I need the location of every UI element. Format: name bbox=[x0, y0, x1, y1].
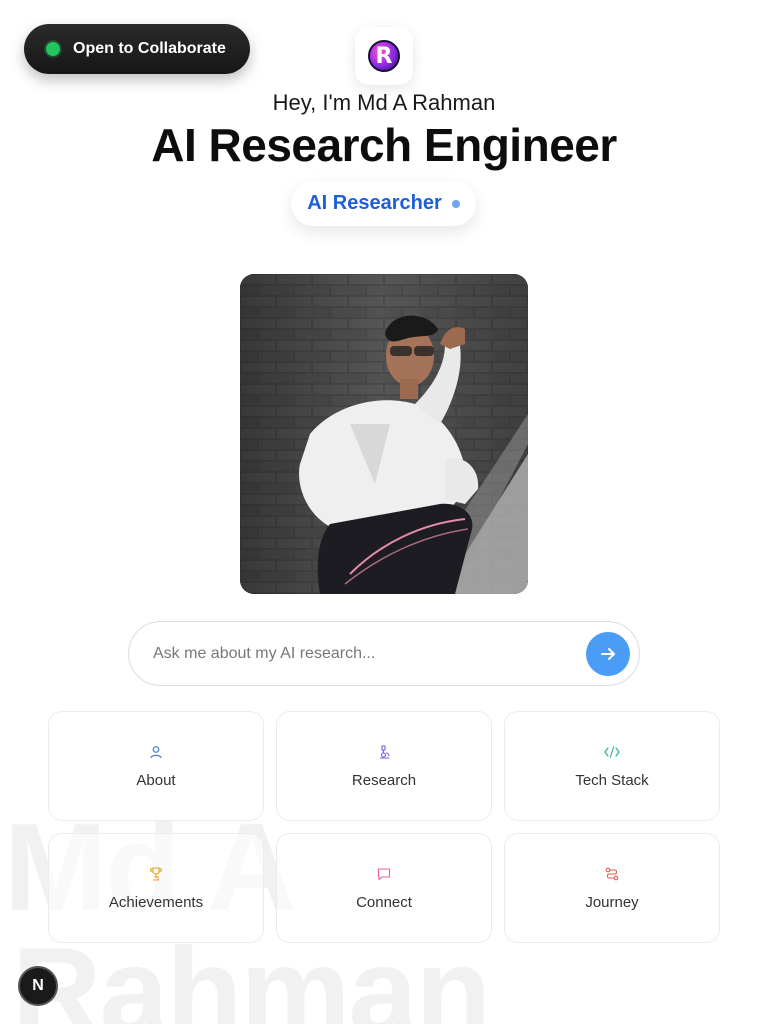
role-label: AI Researcher bbox=[307, 192, 442, 214]
card-label: Connect bbox=[356, 893, 412, 911]
page-title: AI Research Engineer bbox=[151, 119, 617, 171]
card-label: About bbox=[136, 771, 176, 789]
card-connect[interactable]: Connect bbox=[276, 833, 492, 943]
card-journey[interactable]: Journey bbox=[504, 833, 720, 943]
send-button[interactable] bbox=[586, 631, 630, 676]
card-about[interactable]: About bbox=[48, 711, 264, 821]
card-label: Journey bbox=[585, 893, 639, 911]
ask-bar bbox=[128, 621, 640, 686]
n-badge-button[interactable]: N bbox=[18, 966, 58, 1006]
site-logo[interactable]: R bbox=[355, 27, 413, 85]
role-badge: AI Researcher bbox=[291, 181, 476, 226]
user-icon bbox=[148, 744, 164, 760]
microscope-icon bbox=[376, 744, 392, 760]
card-label: Tech Stack bbox=[575, 771, 649, 789]
route-icon bbox=[604, 866, 620, 882]
card-achievements[interactable]: Achievements bbox=[48, 833, 264, 943]
card-label: Research bbox=[351, 771, 417, 789]
logo-icon: R bbox=[368, 40, 400, 72]
ask-input[interactable] bbox=[153, 644, 586, 663]
status-dot-icon bbox=[46, 42, 60, 56]
nav-cards: About Research Tech Stack Achievements C… bbox=[48, 711, 720, 943]
greeting: Hey, I'm Md A Rahman bbox=[272, 90, 496, 115]
card-tech-stack[interactable]: Tech Stack bbox=[504, 711, 720, 821]
card-research[interactable]: Research bbox=[276, 711, 492, 821]
code-icon bbox=[604, 744, 620, 760]
collaborate-label: Open to Collaborate bbox=[73, 40, 226, 57]
message-icon bbox=[376, 866, 392, 882]
logo-letter: R bbox=[375, 43, 393, 69]
trophy-icon bbox=[148, 866, 164, 882]
card-label: Achievements bbox=[108, 893, 204, 911]
role-dot-icon bbox=[451, 199, 460, 208]
profile-photo bbox=[240, 274, 528, 594]
watermark-line-2: Rahman bbox=[12, 923, 491, 1024]
profile-photo-illustration bbox=[240, 274, 528, 594]
n-badge-letter: N bbox=[32, 977, 44, 994]
open-to-collaborate-pill[interactable]: Open to Collaborate bbox=[24, 24, 250, 74]
arrow-right-icon bbox=[601, 647, 615, 660]
